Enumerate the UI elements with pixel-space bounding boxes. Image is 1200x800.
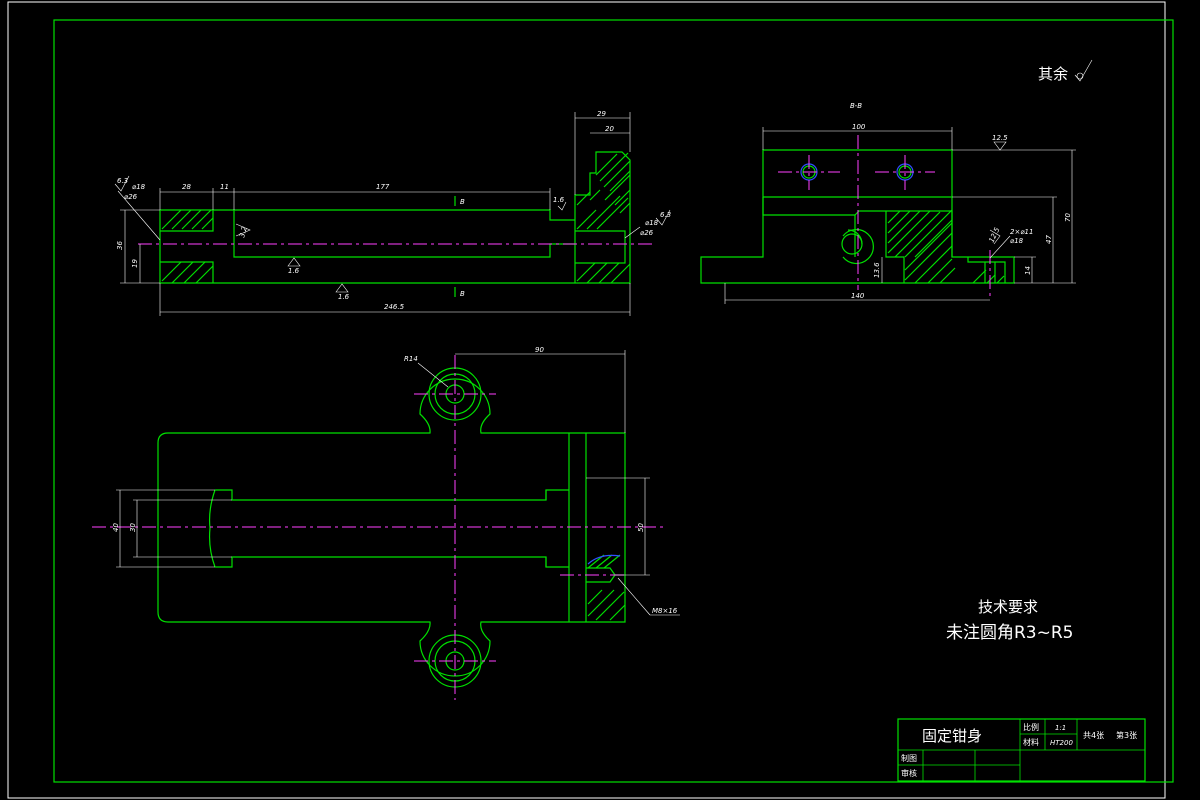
svg-text:19: 19 <box>131 259 139 268</box>
svg-text:⌀18: ⌀18 <box>645 219 659 227</box>
svg-text:13.6: 13.6 <box>873 262 881 278</box>
svg-text:HT200: HT200 <box>1050 739 1073 747</box>
svg-text:1.6: 1.6 <box>288 267 300 275</box>
svg-text:140: 140 <box>851 292 865 300</box>
svg-text:14: 14 <box>1024 266 1032 275</box>
svg-text:B: B <box>460 198 465 206</box>
svg-text:B-B: B-B <box>850 102 862 110</box>
svg-text:29: 29 <box>597 110 606 118</box>
svg-text:47: 47 <box>1045 235 1053 244</box>
svg-text:1.6: 1.6 <box>338 293 350 301</box>
svg-text:28: 28 <box>182 183 191 191</box>
svg-text:246.5: 246.5 <box>384 303 405 311</box>
svg-text:其余: 其余 <box>1038 65 1068 83</box>
svg-text:2×⌀11: 2×⌀11 <box>1010 228 1033 236</box>
svg-text:20: 20 <box>605 125 614 133</box>
front-section-view: 29 20 28 11 177 36 19 246.5 ⌀18 ⌀26 ⌀18 … <box>114 110 671 316</box>
svg-text:M8×16: M8×16 <box>652 607 678 615</box>
general-roughness-note: 其余 <box>1038 59 1093 83</box>
svg-text:⌀26: ⌀26 <box>124 193 138 201</box>
svg-text:制图: 制图 <box>901 753 917 763</box>
svg-text:材料: 材料 <box>1023 737 1039 747</box>
svg-text:1:1: 1:1 <box>1055 724 1066 732</box>
top-view: 90 R14 40 30 50 M8×16 <box>92 346 680 700</box>
svg-text:⌀18: ⌀18 <box>132 183 146 191</box>
outer-border <box>7 1 1166 799</box>
svg-text:固定钳身: 固定钳身 <box>922 727 982 745</box>
svg-text:36: 36 <box>116 241 124 250</box>
svg-text:177: 177 <box>376 183 390 191</box>
svg-text:70: 70 <box>1064 213 1072 222</box>
tech-requirements: 技术要求 未注圆角R3~R5 <box>946 598 1074 643</box>
svg-text:50: 50 <box>637 523 645 532</box>
svg-text:1.6: 1.6 <box>553 196 565 204</box>
svg-text:⌀18: ⌀18 <box>1010 237 1024 245</box>
svg-text:审核: 审核 <box>901 768 917 778</box>
side-section-view: B-B 100 140 70 47 14 13.6 12.5 2×⌀11 ⌀18… <box>700 102 1076 304</box>
svg-text:12.5: 12.5 <box>992 134 1008 142</box>
svg-text:100: 100 <box>852 123 866 131</box>
svg-text:R14: R14 <box>404 355 418 363</box>
svg-text:⌀26: ⌀26 <box>640 229 654 237</box>
title-block: 固定钳身 比例 1:1 材料 HT200 共4张 第3张 制图 审核 <box>897 718 1146 782</box>
svg-text:12.5: 12.5 <box>988 226 1002 244</box>
svg-text:共4张: 共4张 <box>1083 731 1104 740</box>
svg-text:技术要求: 技术要求 <box>978 598 1038 616</box>
svg-text:第3张: 第3张 <box>1116 730 1137 740</box>
svg-text:11: 11 <box>220 183 229 191</box>
svg-text:40: 40 <box>112 523 120 532</box>
svg-text:B: B <box>460 290 465 298</box>
svg-text:未注圆角R3~R5: 未注圆角R3~R5 <box>946 623 1074 643</box>
svg-text:90: 90 <box>535 346 544 354</box>
svg-text:30: 30 <box>129 523 137 532</box>
drawing-sheet: 其余 29 20 28 11 177 36 19 246.5 ⌀18 ⌀26 ⌀… <box>7 1 1174 799</box>
svg-text:比例: 比例 <box>1023 722 1039 732</box>
